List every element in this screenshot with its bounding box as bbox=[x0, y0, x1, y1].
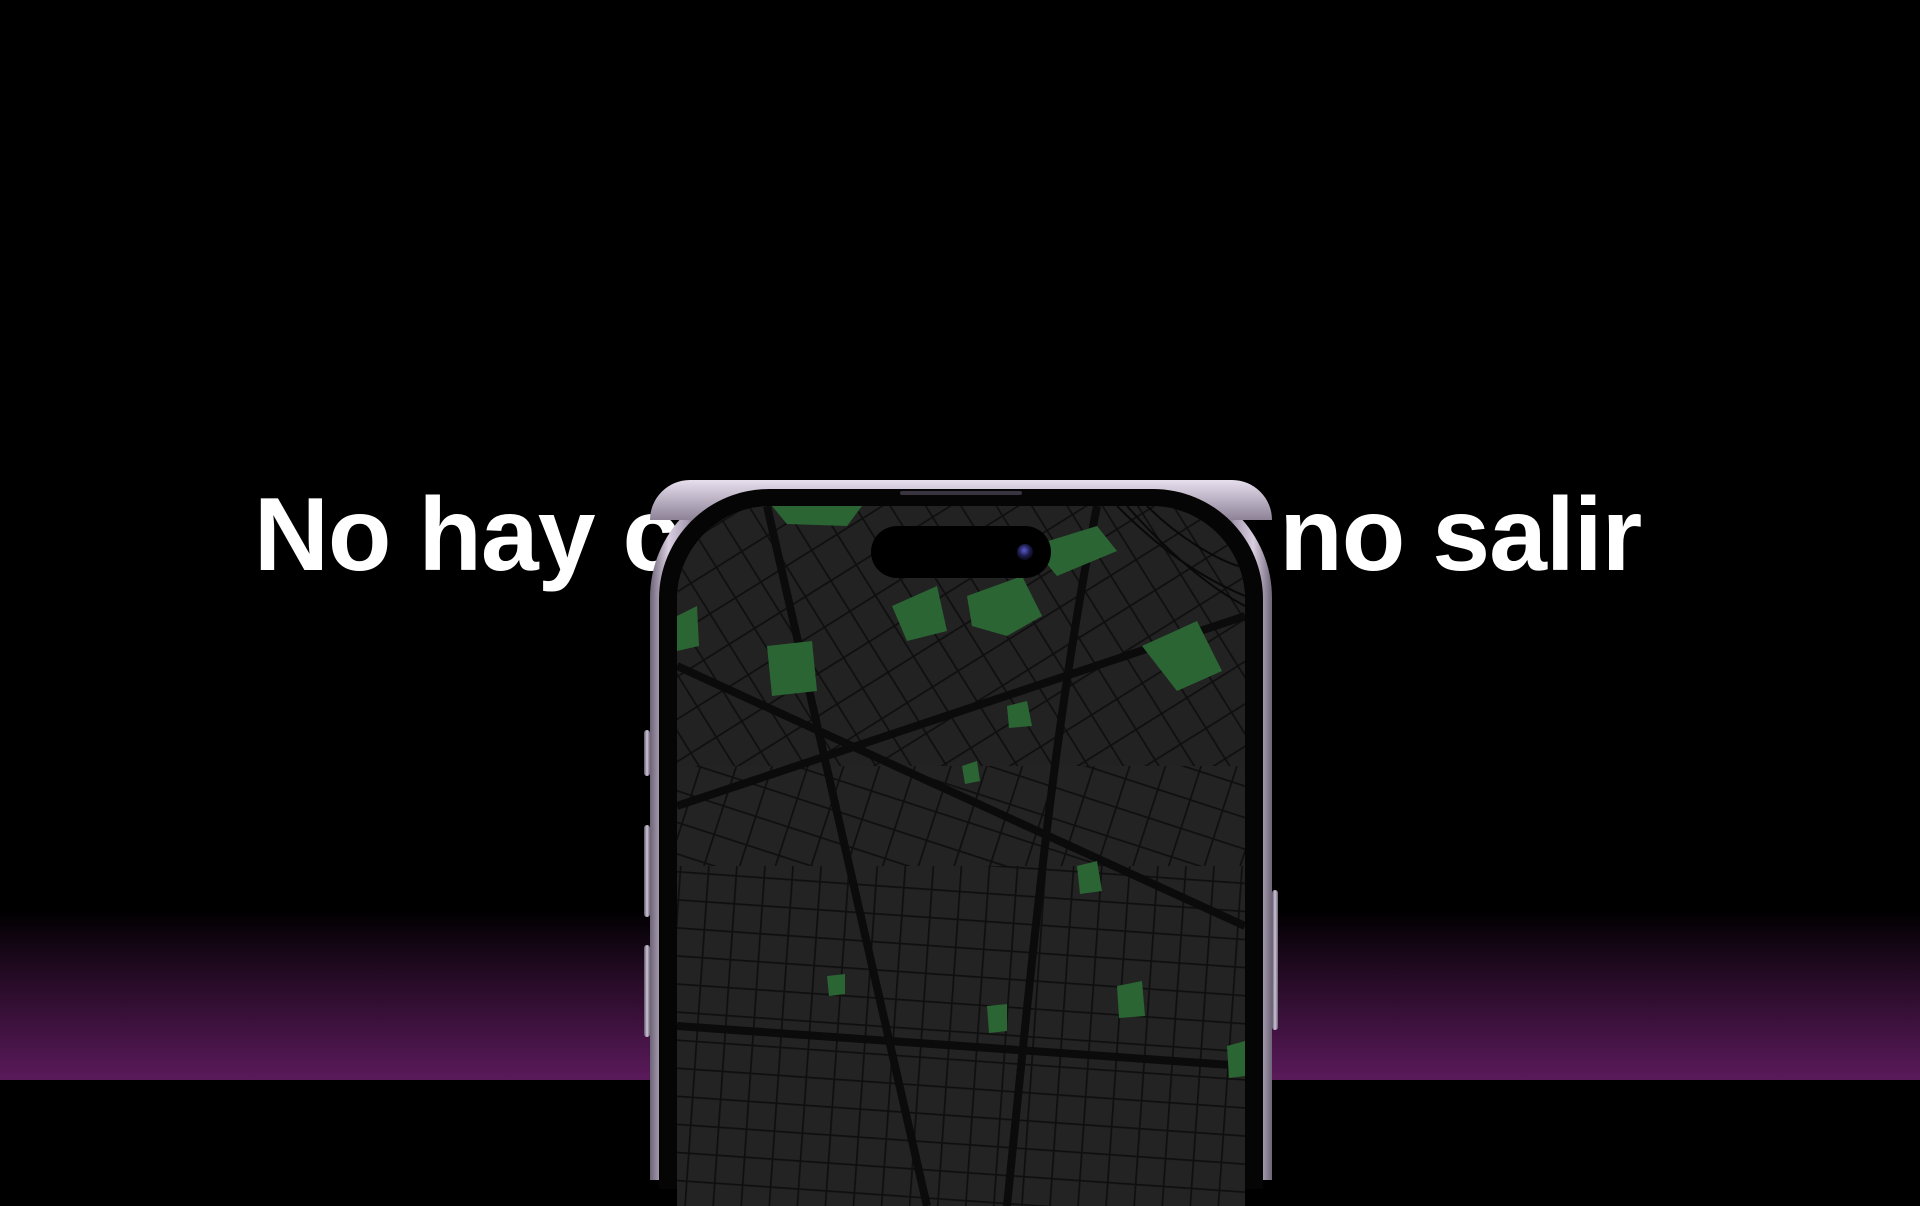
phone-screen bbox=[677, 506, 1245, 1206]
speaker-grille bbox=[900, 491, 1022, 495]
front-camera bbox=[1017, 544, 1033, 560]
headline-right: no salir bbox=[1279, 477, 1642, 593]
phone-device bbox=[644, 480, 1278, 1206]
side-button-power bbox=[1272, 890, 1278, 1030]
street-map bbox=[677, 506, 1245, 1206]
headline-left: No hay c bbox=[253, 477, 680, 593]
